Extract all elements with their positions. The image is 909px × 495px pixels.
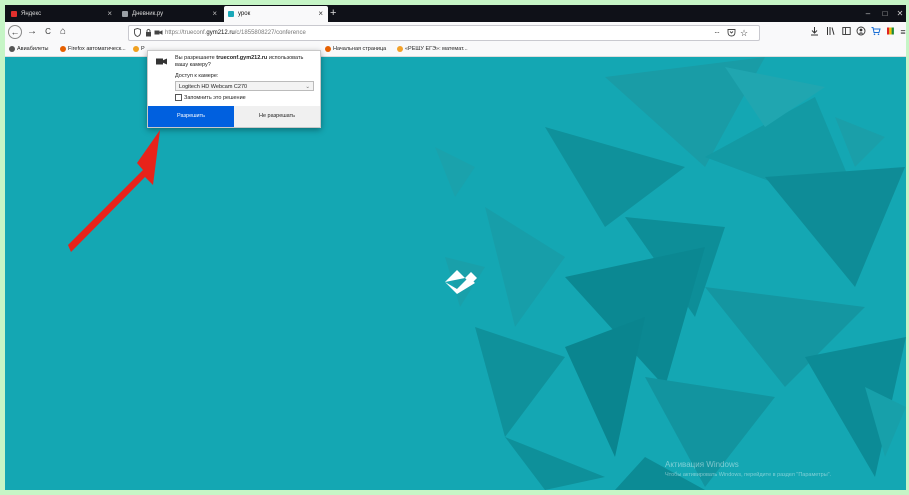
watermark-title: Активация Windows	[665, 460, 739, 469]
camera-permission-icon[interactable]	[154, 27, 163, 41]
checkbox-box[interactable]	[175, 94, 182, 101]
page-content	[5, 57, 906, 490]
globe-icon	[9, 45, 15, 52]
navigation-bar: ← → C ⌂ https://trueconf.gym212.ru/c/185…	[5, 22, 906, 42]
bookmark-item[interactable]: Авиабилеты	[9, 42, 49, 56]
browser-window: Яндекс × Дневник.ру × урок × + – □ ✕ ← →…	[5, 5, 906, 490]
remember-decision-checkbox[interactable]: Запомнить это решение	[175, 94, 246, 102]
bookmark-item[interactable]: Р	[133, 42, 145, 56]
page-actions-menu[interactable]: ···	[714, 27, 720, 39]
forward-button[interactable]: →	[25, 25, 39, 39]
url-bar[interactable]: https://trueconf.gym212.ru/c/1855808227/…	[128, 25, 760, 41]
windows-activation-watermark: Активация Windows Чтобы активировать Win…	[665, 460, 831, 480]
tab-label: Яндекс	[21, 11, 42, 17]
bookmark-item[interactable]: «РЕШУ ЕГЭ»: математ...	[397, 42, 468, 56]
close-icon[interactable]: ×	[318, 6, 323, 22]
home-button[interactable]: ⌂	[56, 25, 70, 39]
back-button[interactable]: ←	[8, 25, 22, 39]
library-icon[interactable]	[825, 26, 835, 38]
new-tab-button[interactable]: +	[330, 5, 336, 21]
trueconf-icon	[228, 11, 234, 17]
tab-label: Дневник.ру	[132, 11, 164, 17]
yandex-icon	[11, 11, 17, 17]
camera-icon	[156, 58, 167, 65]
bookmark-icon	[133, 45, 139, 52]
permission-message: Вы разрешаете trueconf.gym212.ru использ…	[175, 55, 304, 68]
sidebar-icon[interactable]	[841, 26, 851, 38]
extension-flag-icon[interactable]	[885, 26, 895, 38]
bookmark-star-icon[interactable]: ☆	[740, 27, 748, 39]
deny-button[interactable]: Не разрешать	[234, 106, 320, 127]
firefox-icon	[325, 45, 331, 52]
close-window-icon[interactable]: ✕	[890, 5, 906, 22]
dnevnik-icon	[122, 11, 128, 17]
allow-button[interactable]: Разрешить	[148, 106, 234, 127]
camera-access-label: Доступ к камере:	[175, 73, 219, 79]
account-icon[interactable]	[856, 26, 866, 38]
lock-icon[interactable]	[145, 27, 152, 41]
cart-icon[interactable]	[871, 26, 881, 38]
reshu-ege-icon	[397, 45, 403, 52]
bookmark-item[interactable]: Начальная страница	[325, 42, 386, 56]
pocket-icon[interactable]	[727, 27, 736, 41]
camera-select[interactable]: Logitech HD Webcam C270 ⌄	[175, 81, 314, 91]
url-text[interactable]: https://trueconf.gym212.ru/c/1855808227/…	[165, 26, 306, 40]
triangle-background	[435, 57, 906, 490]
tab-yandex[interactable]: Яндекс ×	[7, 6, 117, 22]
close-icon[interactable]: ×	[107, 6, 112, 22]
chevron-down-icon: ⌄	[305, 84, 310, 90]
menu-icon[interactable]: ≡	[898, 26, 906, 38]
reload-button[interactable]: C	[41, 25, 55, 39]
bookmarks-toolbar: Авиабилеты Firefox автоматическ... Р Нач…	[5, 42, 906, 57]
tab-dnevnik[interactable]: Дневник.ру ×	[118, 6, 222, 22]
download-icon[interactable]	[809, 26, 819, 38]
tab-strip: Яндекс × Дневник.ру × урок × + – □ ✕	[5, 5, 906, 22]
close-icon[interactable]: ×	[212, 6, 217, 22]
camera-permission-popup: Вы разрешаете trueconf.gym212.ru использ…	[147, 50, 321, 128]
watermark-subtitle: Чтобы активировать Windows, перейдите в …	[665, 472, 832, 478]
bookmark-item[interactable]: Firefox автоматическ...	[60, 42, 126, 56]
firefox-icon	[60, 45, 66, 52]
tab-label: урок	[238, 11, 251, 17]
tab-lesson[interactable]: урок ×	[224, 6, 328, 22]
shield-icon[interactable]	[134, 27, 141, 41]
